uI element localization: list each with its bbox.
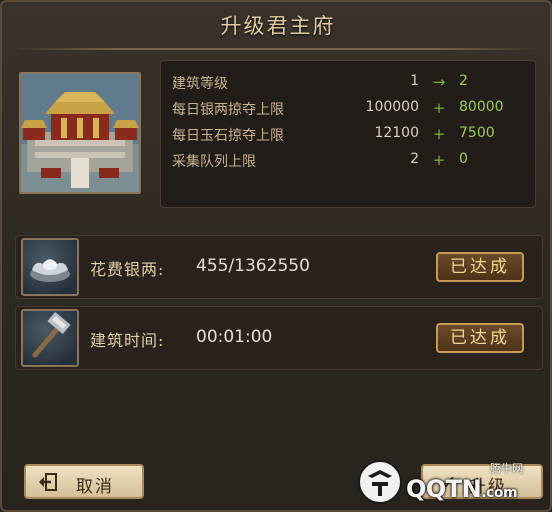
requirement-label: 花费银两: [90, 260, 165, 279]
stat-label: 每日银两掠夺上限 [172, 102, 284, 118]
requirement-label: 建筑时间: [90, 331, 165, 350]
stat-next-value: 2 [459, 73, 468, 89]
stat-label: 建筑等级 [172, 76, 228, 92]
stat-label: 每日玉石掠夺上限 [172, 128, 284, 144]
watermark-text: QQTN.com [406, 475, 518, 503]
watermark-small-text: 腾牛网 [490, 462, 523, 475]
palace-illustration [21, 74, 139, 192]
requirement-value: 00:01:00 [196, 327, 273, 347]
requirement-row-time: 建筑时间: 00:01:00 已达成 [15, 306, 543, 370]
stat-row-gather-queue: 采集队列上限 2 + 0 [161, 151, 537, 173]
stat-label: 采集队列上限 [172, 154, 256, 170]
cancel-label: 取消 [76, 477, 114, 497]
upgrade-stats-panel: 建筑等级 1 → 2 每日银两掠夺上限 100000 + 80000 每日玉石掠… [160, 60, 536, 208]
plus-icon: + [432, 151, 446, 169]
stat-current-value: 1 [410, 73, 419, 89]
status-badge: 已达成 [436, 323, 524, 353]
plus-icon: + [432, 99, 446, 117]
cancel-button[interactable]: 取消 [24, 464, 144, 499]
requirement-row-silver: 花费银两: 455/1362550 已达成 [15, 235, 543, 299]
arrow-right-icon: → [432, 73, 446, 91]
stat-row-silver-limit: 每日银两掠夺上限 100000 + 80000 [161, 99, 537, 121]
stat-row-building-level: 建筑等级 1 → 2 [161, 73, 537, 95]
watermark-site: QQTN [406, 475, 482, 503]
plus-icon: + [432, 125, 446, 143]
palace-building-image [19, 72, 141, 194]
stat-row-jade-limit: 每日玉石掠夺上限 12100 + 7500 [161, 125, 537, 147]
qqtn-logo-icon [358, 460, 402, 504]
title-divider [10, 48, 542, 50]
stat-next-value: 0 [459, 151, 468, 167]
site-watermark: 腾牛网 QQTN.com [358, 460, 546, 510]
stat-next-value: 80000 [459, 99, 504, 115]
stat-current-value: 100000 [365, 99, 419, 115]
stat-next-value: 7500 [459, 125, 495, 141]
silver-ingot-icon [21, 238, 79, 296]
exit-arrow-icon [39, 473, 57, 491]
watermark-domain: .com [481, 485, 518, 501]
status-badge: 已达成 [436, 252, 524, 282]
hammer-icon [21, 309, 79, 367]
upgrade-dialog: 升级君主府 建筑等级 1 → 2 每日银两掠夺上限 100000 + 80000… [0, 0, 552, 512]
requirement-value: 455/1362550 [196, 256, 310, 276]
dialog-title: 升级君主府 [220, 14, 336, 38]
stat-current-value: 12100 [374, 125, 419, 141]
stat-current-value: 2 [410, 151, 419, 167]
